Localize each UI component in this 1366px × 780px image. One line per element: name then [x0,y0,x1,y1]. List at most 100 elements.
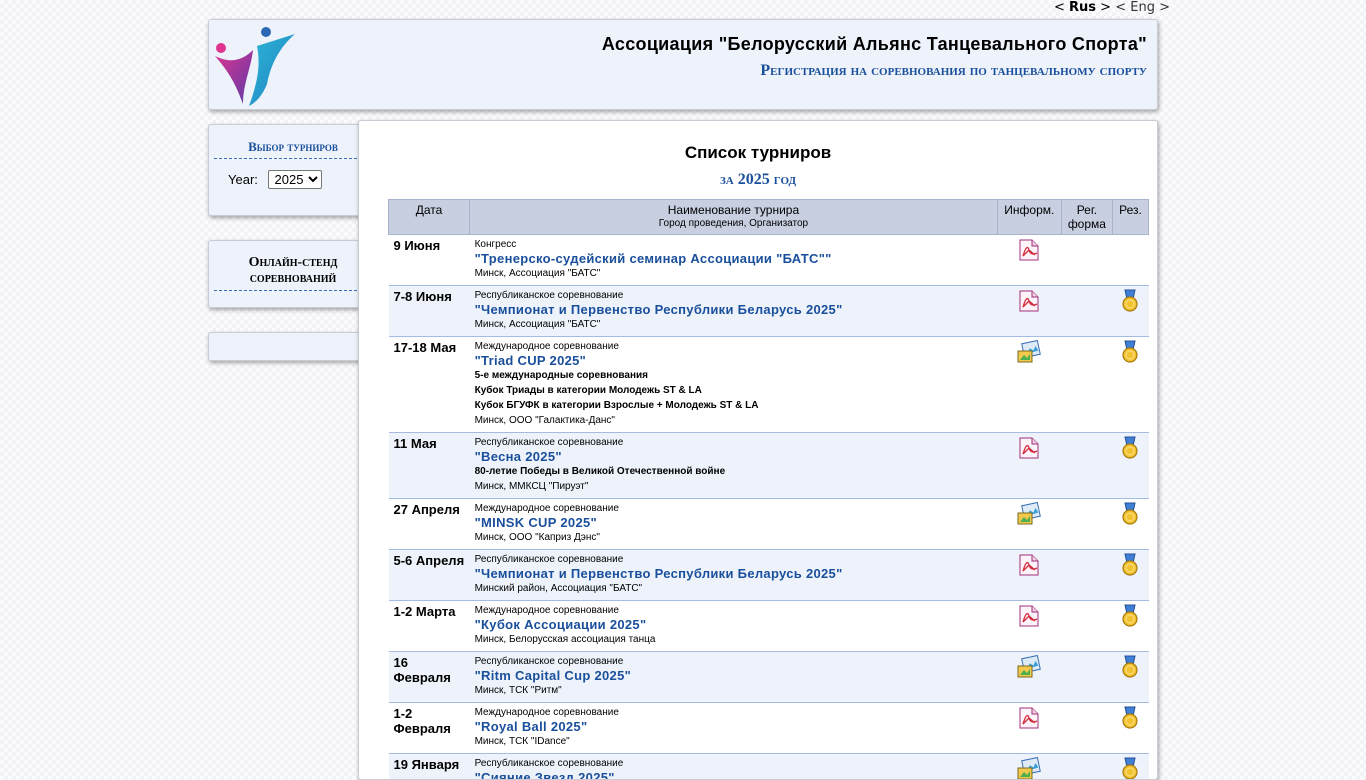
tournament-name-link[interactable]: "Чемпионат и Первенство Республики Белар… [475,566,994,581]
pdf-icon[interactable] [1017,289,1041,313]
pdf-icon[interactable] [1017,553,1041,577]
lang-eng-link[interactable]: Eng [1130,0,1155,15]
table-row: 1-2 МартаМеждународное соревнование"Кубо… [389,601,1149,652]
info-cell [997,754,1061,780]
tournament-select-panel: Выбор турниров Year: 2025 [208,124,378,216]
tournament-name-link[interactable]: "Ritm Capital Cup 2025" [475,668,994,683]
info-cell [997,433,1061,499]
medal-icon[interactable] [1118,706,1142,730]
image-icon[interactable] [1017,340,1041,364]
tournament-name-link[interactable]: "Весна 2025" [475,449,994,464]
tournament-organizer: Минск, Ассоциация "БАТС" [475,317,994,332]
header-info: Информ. [997,200,1061,235]
tournament-organizer: Минск, ММКСЦ "Пируэт" [475,479,994,494]
tournament-kind: Республиканское соревнование [475,553,994,566]
reg-cell [1061,652,1112,703]
info-cell [997,601,1061,652]
pdf-icon[interactable] [1017,706,1041,730]
reg-cell [1061,499,1112,550]
table-row: 19 ЯнваряРеспубликанское соревнование"Си… [389,754,1149,780]
tournament-kind: Международное соревнование [475,604,994,617]
medal-icon[interactable] [1118,340,1142,364]
medal-icon[interactable] [1118,553,1142,577]
tournament-list-panel: Список турниров за 2025 год Дата Наимено… [358,120,1158,780]
medal-icon[interactable] [1118,289,1142,313]
tournament-kind: Международное соревнование [475,502,994,515]
lang-rus-link[interactable]: Rus [1069,0,1096,15]
tournament-kind: Республиканское соревнование [475,757,994,770]
tournament-name-link[interactable]: "Triad CUP 2025" [475,353,994,368]
tournament-kind: Республиканское соревнование [475,289,994,302]
tournament-cell: Республиканское соревнование"Чемпионат и… [470,286,998,337]
tournament-kind: Конгресс [475,238,994,251]
medal-icon[interactable] [1118,604,1142,628]
dance-alliance-logo[interactable] [213,24,299,108]
table-header-row: Дата Наименование турнира Город проведен… [389,200,1149,235]
tournament-organizer: Минск, ТСК "Ритм" [475,683,994,698]
tournament-cell: Международное соревнование"Triad CUP 202… [470,337,998,433]
reg-cell [1061,235,1112,286]
result-cell [1112,286,1148,337]
tournament-kind: Республиканское соревнование [475,655,994,668]
online-stand-link[interactable]: Онлайн-стенд соревнований [214,255,372,291]
table-row: 5-6 АпреляРеспубликанское соревнование"Ч… [389,550,1149,601]
tournament-name-link[interactable]: "Сияние Звезд 2025" [475,770,994,780]
tournament-name-link[interactable]: "Royal Ball 2025" [475,719,994,734]
tournament-note: Кубок БГУФК в категории Взрослые + Молод… [475,398,994,413]
result-cell [1112,652,1148,703]
header-name: Наименование турнира Город проведения, О… [470,200,998,235]
site-subtitle: Регистрация на соревнования по танцеваль… [760,62,1147,80]
tournament-name-link[interactable]: "Тренерско-судейский семинар Ассоциации … [475,251,994,266]
tournament-name-link[interactable]: "MINSK CUP 2025" [475,515,994,530]
result-cell [1112,754,1148,780]
medal-icon[interactable] [1118,436,1142,460]
site-title: Ассоциация "Белорусский Альянс Танцеваль… [602,34,1147,55]
table-row: 9 ИюняКонгресс"Тренерско-судейский семин… [389,235,1149,286]
reg-cell [1061,754,1112,780]
year-select[interactable]: 2025 [268,170,322,189]
reg-cell [1061,337,1112,433]
tournament-kind: Международное соревнование [475,706,994,719]
image-icon[interactable] [1017,655,1041,679]
header-name-label: Наименование турнира [668,203,799,217]
pdf-icon[interactable] [1017,604,1041,628]
tournament-organizer: Минский район, Ассоциация "БАТС" [475,581,994,596]
tournament-date: 7-8 Июня [389,286,470,337]
header-date: Дата [389,200,470,235]
tournament-kind: Республиканское соревнование [475,436,994,449]
tournament-organizer: Минск, Ассоциация "БАТС" [475,266,994,281]
tournament-name-link[interactable]: "Чемпионат и Первенство Республики Белар… [475,302,994,317]
empty-side-panel [208,332,378,361]
tournament-organizer: Минск, Белорусская ассоциация танца [475,632,994,647]
tournament-cell: Республиканское соревнование"Ritm Capita… [470,652,998,703]
image-icon[interactable] [1017,502,1041,526]
info-cell [997,550,1061,601]
year-row: Year: 2025 [228,170,377,189]
table-body: 9 ИюняКонгресс"Тренерско-судейский семин… [389,235,1149,780]
site-header: Ассоциация "Белорусский Альянс Танцеваль… [208,19,1158,110]
reg-cell [1061,550,1112,601]
header-reg: Рег. форма [1061,200,1112,235]
tournament-cell: Республиканское соревнование"Сияние Звез… [470,754,998,780]
pdf-icon[interactable] [1017,436,1041,460]
reg-cell [1061,601,1112,652]
tournament-organizer: Минск, ТСК "IDance" [475,734,994,749]
table-row: 27 АпреляМеждународное соревнование"MINS… [389,499,1149,550]
tournament-note: Кубок Триады в категории Молодежь ST & L… [475,383,994,398]
medal-icon[interactable] [1118,757,1142,780]
tournament-cell: Международное соревнование"Royal Ball 20… [470,703,998,754]
tournament-organizer: Минск, ООО "Галактика-Данс" [475,413,994,428]
reg-cell [1061,703,1112,754]
tournament-cell: Республиканское соревнование"Чемпионат и… [470,550,998,601]
medal-icon[interactable] [1118,655,1142,679]
tournament-kind: Международное соревнование [475,340,994,353]
medal-icon[interactable] [1118,502,1142,526]
tournament-name-link[interactable]: "Кубок Ассоциации 2025" [475,617,994,632]
table-row: 16 ФевраляРеспубликанское соревнование"R… [389,652,1149,703]
table-row: 1-2 ФевраляМеждународное соревнование"Ro… [389,703,1149,754]
image-icon[interactable] [1017,757,1041,780]
pdf-icon[interactable] [1017,238,1041,262]
online-stand-panel: Онлайн-стенд соревнований [208,240,378,308]
tournament-date: 19 Января [389,754,470,780]
tournament-cell: Конгресс"Тренерско-судейский семинар Асс… [470,235,998,286]
